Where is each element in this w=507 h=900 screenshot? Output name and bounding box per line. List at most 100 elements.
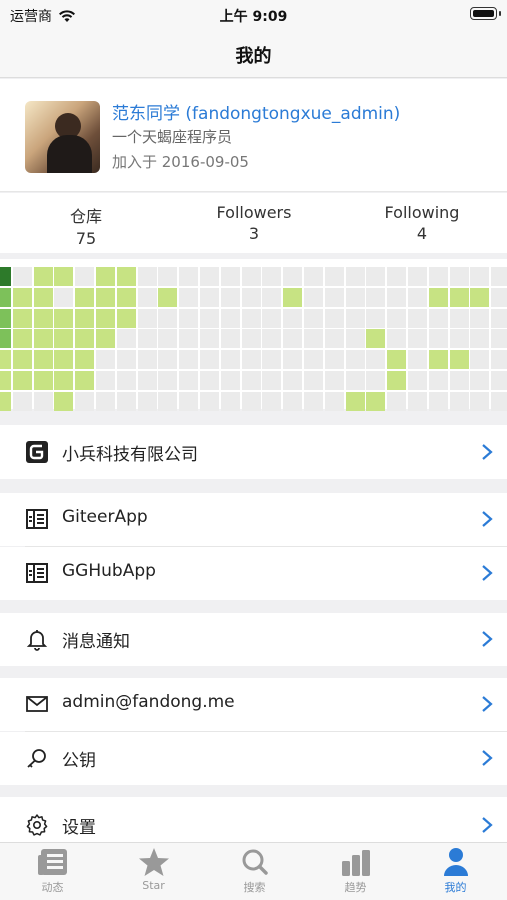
contribution-cell	[283, 350, 303, 370]
contribution-cell	[241, 350, 261, 370]
contribution-cell	[0, 391, 11, 411]
stat-label: Followers	[216, 203, 292, 222]
battery-icon	[470, 7, 501, 20]
contribution-cell	[387, 329, 407, 349]
contribution-cell	[324, 391, 344, 411]
contribution-cell	[283, 267, 303, 286]
contribution-cell	[345, 329, 365, 349]
contribution-cell	[200, 350, 219, 370]
contribution-cell	[491, 350, 507, 370]
contribution-cell	[491, 391, 507, 411]
contribution-cell	[158, 329, 178, 349]
profile-scroll[interactable]: 范东同学 (fandongtongxue_admin) 一个天蝎座程序员 加入于…	[0, 79, 507, 842]
contribution-cell	[241, 371, 261, 390]
contribution-cell	[54, 267, 74, 286]
menu-item-notifications[interactable]: 消息通知	[0, 613, 507, 666]
contribution-cell	[12, 371, 32, 390]
contribution-cell	[491, 371, 507, 390]
contribution-cell	[0, 350, 11, 370]
contribution-cell	[449, 329, 469, 349]
profile-header[interactable]: 范东同学 (fandongtongxue_admin) 一个天蝎座程序员 加入于…	[0, 79, 507, 192]
chevron-right-icon	[482, 444, 493, 460]
contribution-cell	[345, 371, 365, 390]
contribution-cell	[220, 350, 240, 370]
contribution-cell	[200, 371, 219, 390]
contribution-cell	[366, 287, 386, 307]
menu-item-giteerapp[interactable]: GiteerApp	[0, 493, 507, 546]
contribution-cell	[345, 350, 365, 370]
user-name: 范东同学 (fandongtongxue_admin)	[112, 104, 401, 124]
menu-item-label: GGHubApp	[62, 561, 156, 581]
contribution-cell	[408, 329, 427, 349]
contribution-cell	[158, 391, 178, 411]
contribution-cell	[283, 287, 303, 307]
stat-repositories[interactable]: 仓库 75	[6, 203, 166, 248]
avatar[interactable]	[25, 101, 100, 173]
contribution-cell	[75, 308, 95, 328]
contribution-cell	[241, 287, 261, 307]
stat-following[interactable]: Following 4	[342, 203, 502, 243]
contribution-cell	[179, 391, 199, 411]
contribution-cell	[12, 329, 32, 349]
contribution-cell	[428, 308, 448, 328]
chevron-right-icon	[482, 565, 493, 581]
menu-item-settings[interactable]: 设置	[0, 797, 507, 842]
menu-item-public-key[interactable]: 公钥	[0, 732, 507, 785]
tab-me[interactable]: 我的	[405, 847, 506, 895]
tab-search[interactable]: 搜索	[204, 847, 305, 895]
contribution-cell	[54, 329, 74, 349]
tab-feed[interactable]: 动态	[2, 847, 103, 895]
contribution-cell	[428, 371, 448, 390]
contribution-cell	[200, 267, 219, 286]
menu-item-label: GiteerApp	[62, 507, 148, 527]
clock: 上午 9:09	[219, 9, 288, 25]
contribution-cell	[304, 267, 323, 286]
contribution-cell	[116, 391, 136, 411]
contribution-cell	[387, 350, 407, 370]
stat-value: 3	[248, 224, 260, 243]
contribution-cell	[408, 287, 427, 307]
contribution-cell	[491, 287, 507, 307]
tab-bar: 动态 Star 搜索 趋势 我的	[0, 842, 507, 900]
contribution-cell	[75, 287, 95, 307]
contribution-cell	[283, 371, 303, 390]
contribution-cell	[220, 371, 240, 390]
contribution-cell	[96, 391, 115, 411]
contribution-cell	[470, 329, 490, 349]
gitee-org-icon	[26, 441, 48, 463]
contribution-cell	[449, 371, 469, 390]
stat-followers[interactable]: Followers 3	[174, 203, 334, 243]
contribution-cell	[366, 267, 386, 286]
contribution-cell	[408, 371, 427, 390]
contribution-cell	[179, 287, 199, 307]
gear-icon	[26, 814, 48, 836]
menu-item-gghubapp[interactable]: GGHubApp	[0, 547, 507, 600]
stat-value: 4	[416, 224, 428, 243]
contribution-cell	[241, 308, 261, 328]
menu-item-email[interactable]: admin@fandong.me	[0, 678, 507, 731]
contribution-cell	[200, 391, 219, 411]
contribution-cell	[262, 371, 282, 390]
contribution-cell	[220, 329, 240, 349]
bell-icon	[26, 630, 48, 651]
tab-trends[interactable]: 趋势	[305, 847, 406, 895]
navigation-bar: 我的	[0, 30, 507, 78]
contribution-cell	[33, 267, 53, 286]
contribution-cell	[200, 287, 219, 307]
contribution-cell	[428, 287, 448, 307]
contribution-cell	[304, 391, 323, 411]
contribution-cell	[96, 371, 115, 390]
contribution-cell	[491, 308, 507, 328]
menu-item-organization[interactable]: 小兵科技有限公司	[0, 425, 507, 479]
contribution-cell	[241, 267, 261, 286]
tab-star[interactable]: Star	[103, 847, 204, 892]
contribution-cell	[428, 267, 448, 286]
contribution-cell	[33, 391, 53, 411]
contribution-cell	[0, 287, 11, 307]
contribution-cell	[262, 267, 282, 286]
contribution-cell	[366, 308, 386, 328]
contribution-cell	[345, 287, 365, 307]
contribution-cell	[283, 329, 303, 349]
menu-item-label: 小兵科技有限公司	[62, 445, 198, 465]
contribution-cell	[470, 371, 490, 390]
